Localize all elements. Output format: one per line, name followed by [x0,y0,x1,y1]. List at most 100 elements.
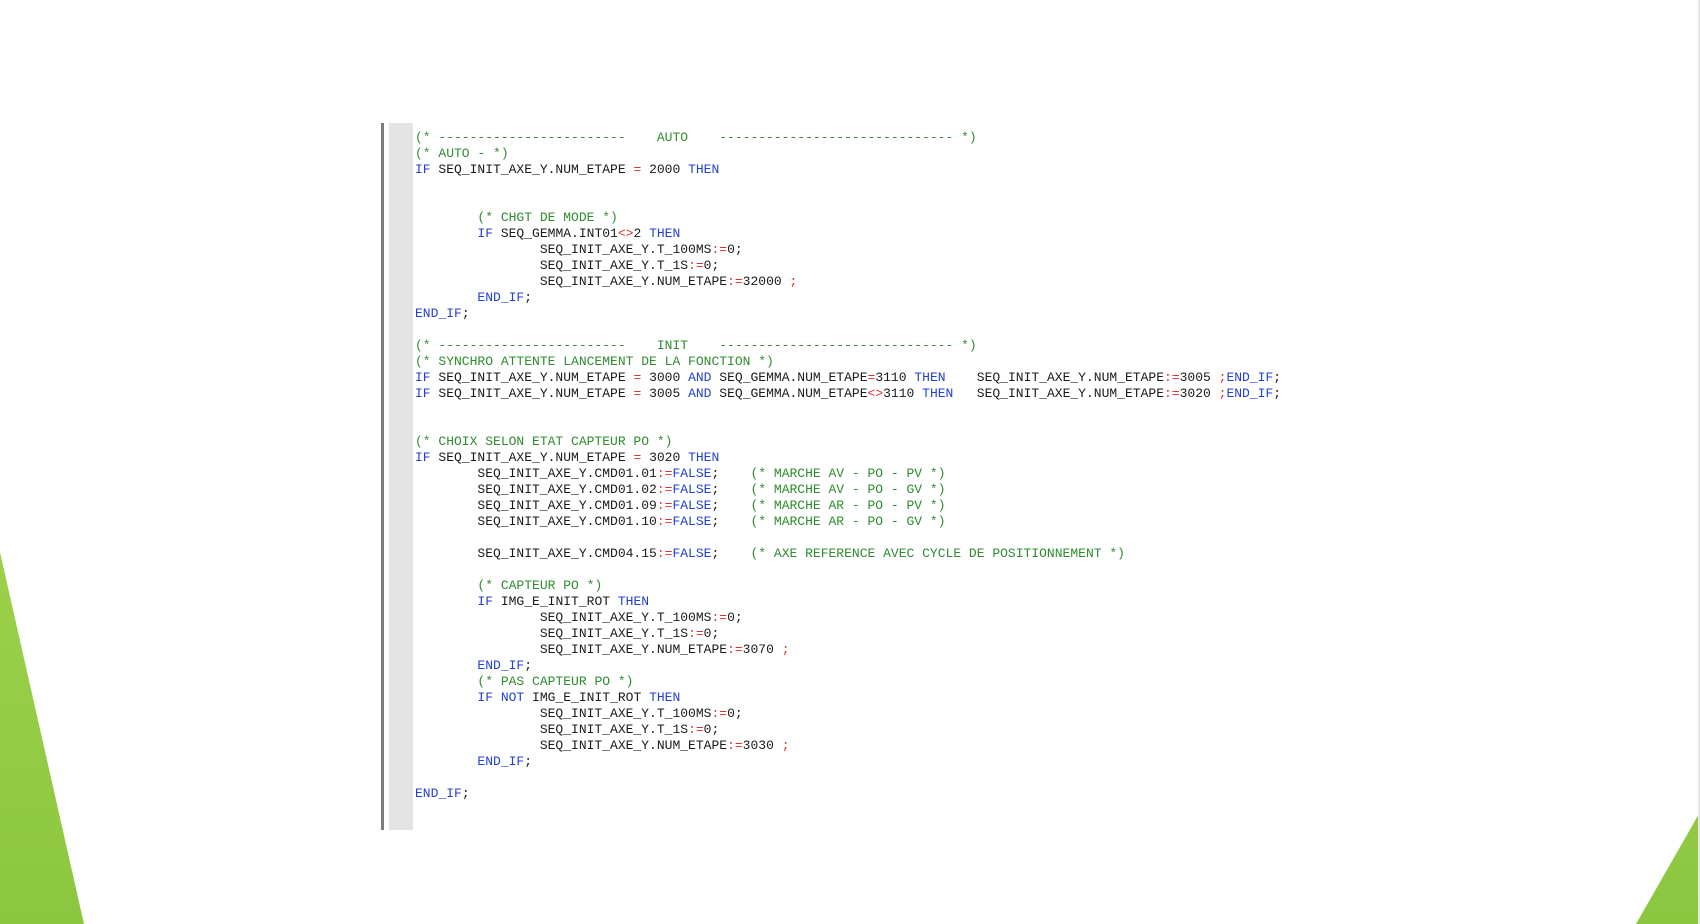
code-text: 0; [703,722,720,737]
code-text: SEQ_INIT_AXE_Y.T_100MS [415,242,712,257]
code-comment: (* MARCHE AR - PO - PV *) [750,498,946,513]
code-text: SEQ_INIT_AXE_Y.CMD01.01 [415,466,657,481]
code-text: SEQ_INIT_AXE_Y.T_100MS [415,706,712,721]
code-text: SEQ_INIT_AXE_Y.NUM_ETAPE [415,274,728,289]
code-text: 3005 [1179,370,1219,385]
code-keyword: END_IF [1226,386,1274,401]
code-line: SEQ_INIT_AXE_Y.CMD01.01:=FALSE; (* MARCH… [415,466,1281,482]
code-line: IF SEQ_GEMMA.INT01<>2 THEN [415,226,1281,242]
code-operator: := [656,546,673,561]
code-text: ; [1273,370,1282,385]
code-line: END_IF; [415,306,1281,322]
code-keyword: FALSE [672,546,712,561]
code-keyword: END_IF [415,306,462,321]
code-operator: <> [617,226,634,241]
code-keyword: THEN [649,690,681,705]
code-text: ; [711,482,751,497]
code-keyword: THEN [688,450,720,465]
code-line: IF SEQ_INIT_AXE_Y.NUM_ETAPE = 3005 AND S… [415,386,1281,402]
code-operator: := [727,738,743,753]
code-keyword: FALSE [672,482,712,497]
code-operator: <> [867,386,884,401]
code-keyword: FALSE [672,466,712,481]
code-line: SEQ_INIT_AXE_Y.T_1S:=0; [415,722,1281,738]
code-keyword: IF [477,226,494,241]
code-text: ; [711,466,751,481]
presentation-slide: (* ------------------------ AUTO -------… [0,0,1700,924]
code-line: (* CHGT DE MODE *) [415,210,1281,226]
code-text: SEQ_GEMMA.INT01 [493,226,618,241]
code-operator: := [656,514,673,529]
code-operator: := [727,274,743,289]
code-operator: := [711,706,728,721]
code-comment: (* AXE REFERENCE AVEC CYCLE DE POSITIONN… [750,546,1125,561]
code-text: 3005 [641,386,689,401]
code-line: (* AUTO - *) [415,146,1281,162]
code-operator: ; [781,738,790,753]
code-operator: := [656,466,673,481]
code-text: SEQ_INIT_AXE_Y.CMD01.09 [415,498,657,513]
code-operator: := [688,258,704,273]
code-text: SEQ_INIT_AXE_Y.CMD01.02 [415,482,657,497]
code-text: ; [524,754,533,769]
code-line: END_IF; [415,658,1281,674]
code-text: 2 [633,226,650,241]
code-line: SEQ_INIT_AXE_Y.CMD01.02:=FALSE; (* MARCH… [415,482,1281,498]
editor-line-margin [389,123,413,830]
code-line: END_IF; [415,290,1281,306]
code-text: 0; [703,258,720,273]
code-text: SEQ_INIT_AXE_Y.NUM_ETAPE [430,450,634,465]
code-comment: (* MARCHE AV - PO - PV *) [750,466,946,481]
code-line: END_IF; [415,786,1281,802]
code-keyword: IF [477,594,494,609]
code-text: ; [524,658,533,673]
code-line: SEQ_INIT_AXE_Y.T_100MS:=0; [415,610,1281,626]
code-keyword: THEN [617,594,650,609]
structured-text-code: (* ------------------------ AUTO -------… [415,130,1281,802]
code-line: IF SEQ_INIT_AXE_Y.NUM_ETAPE = 3020 THEN [415,450,1281,466]
code-text: ; [524,290,533,305]
code-keyword: THEN [922,386,954,401]
code-line: SEQ_INIT_AXE_Y.T_100MS:=0; [415,706,1281,722]
code-text: ; [461,306,470,321]
code-comment: (* CHOIX SELON ETAT CAPTEUR PO *) [415,434,673,449]
code-line: SEQ_INIT_AXE_Y.T_1S:=0; [415,258,1281,274]
code-operator: ; [781,642,790,657]
code-keyword: THEN [649,226,681,241]
code-line: (* PAS CAPTEUR PO *) [415,674,1281,690]
code-keyword: THEN [914,370,946,385]
code-operator: := [711,610,728,625]
code-keyword: IF [415,386,431,401]
code-keyword: END_IF [477,658,525,673]
code-text: SEQ_GEMMA.NUM_ETAPE [711,386,868,401]
code-text: ; [1273,386,1282,401]
code-operator: ; [789,274,798,289]
code-text: ; [461,786,470,801]
code-text: SEQ_INIT_AXE_Y.NUM_ETAPE [415,738,728,753]
code-text: SEQ_INIT_AXE_Y.CMD01.10 [415,514,657,529]
code-operator: := [656,498,673,513]
code-comment: (* PAS CAPTEUR PO *) [477,674,634,689]
code-comment: (* MARCHE AR - PO - GV *) [750,514,946,529]
code-line: IF NOT IMG_E_INIT_ROT THEN [415,690,1281,706]
code-keyword: END_IF [1226,370,1274,385]
code-text: 3030 [742,738,782,753]
code-operator: := [1164,370,1180,385]
code-line: (* ------------------------ AUTO -------… [415,130,1281,146]
code-text: 32000 [742,274,790,289]
code-keyword: IF [415,450,431,465]
code-keyword: END_IF [477,754,525,769]
code-keyword: AND [688,386,712,401]
code-keyword: IF NOT [477,690,525,705]
code-comment: (* ------------------------ INIT -------… [415,338,977,353]
